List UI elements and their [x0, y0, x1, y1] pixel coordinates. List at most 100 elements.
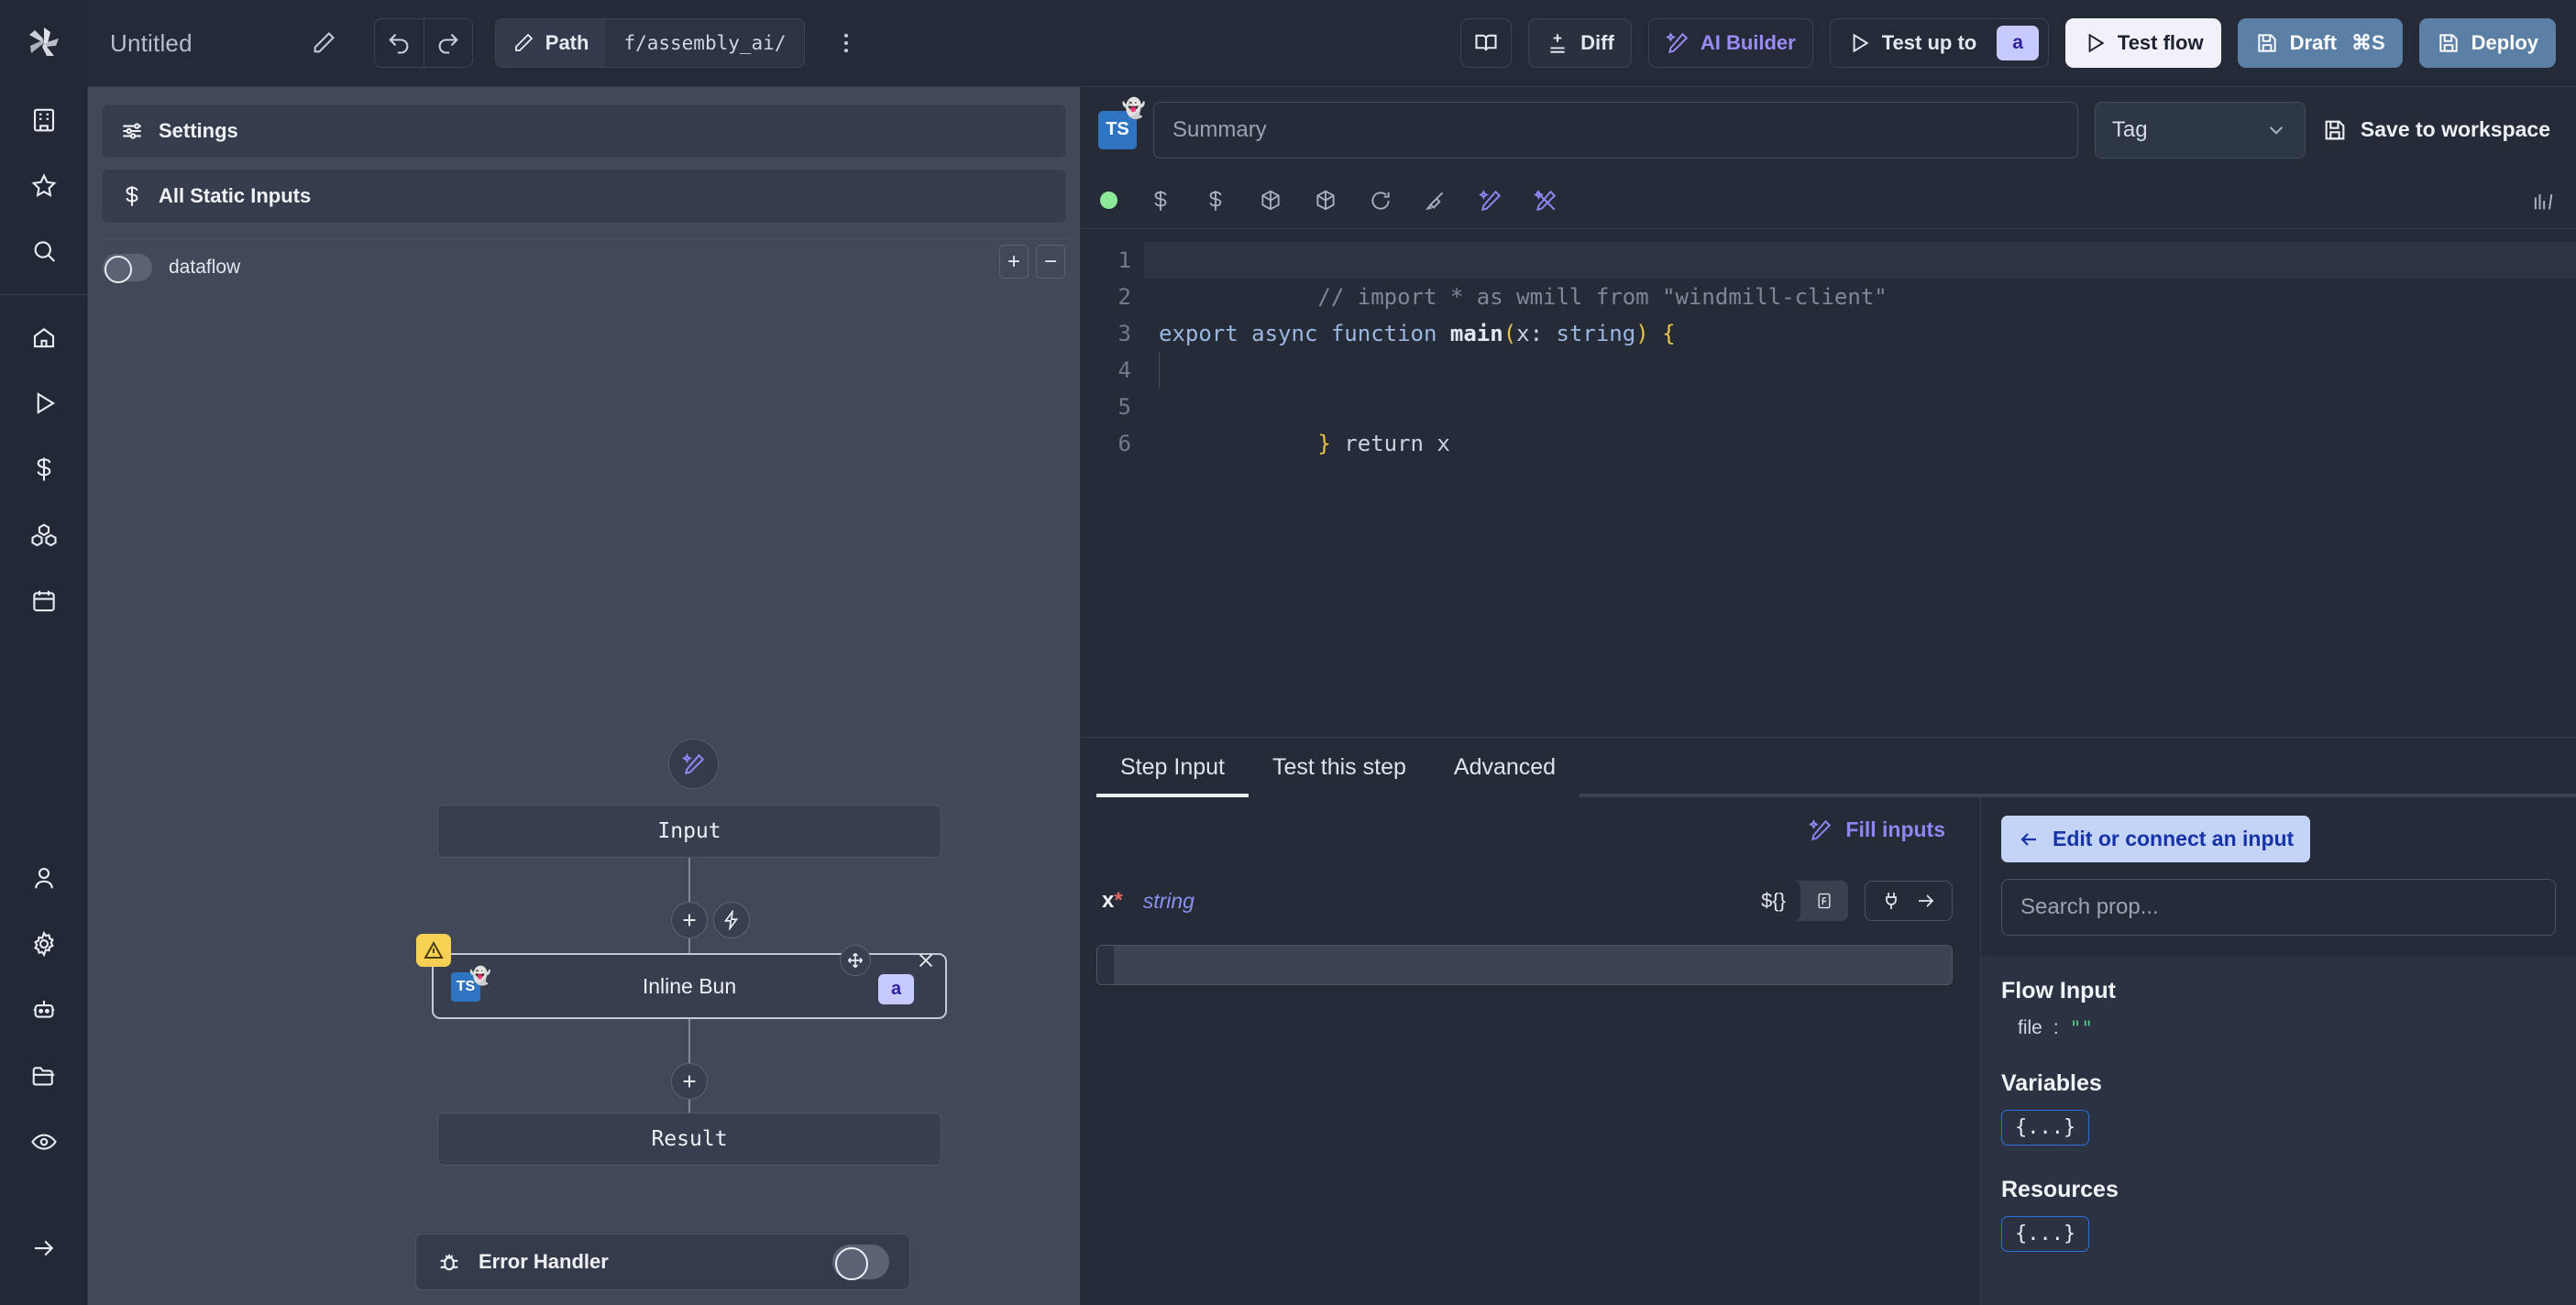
code-return: return x: [1317, 431, 1450, 456]
sidebar-item-home[interactable]: [0, 304, 88, 370]
book-open-icon: [1475, 34, 1497, 51]
add-branch-button[interactable]: [713, 902, 750, 938]
step-warning-badge[interactable]: [416, 934, 451, 967]
sidebar-item-favorites[interactable]: [0, 153, 88, 219]
diff-button[interactable]: Diff: [1528, 18, 1632, 68]
reload-button[interactable]: [1369, 189, 1393, 213]
fill-inputs-button[interactable]: Fill inputs: [1096, 817, 1953, 842]
resources-object-chip[interactable]: {...}: [2001, 1216, 2090, 1252]
sidebar-item-variables[interactable]: [0, 436, 88, 502]
props-section-flow-input: Flow Input file : "": [2001, 978, 2556, 1039]
code-editor[interactable]: 1 2 3 4 5 6 // import * as wmill from "w…: [1080, 229, 2576, 737]
top-bar: Untitled Path f/assembly_ai/ Diff AI Bui…: [0, 0, 2576, 87]
expand-sidebar-button[interactable]: [0, 1215, 88, 1281]
step-move-handle[interactable]: [840, 945, 871, 976]
property-required-mark: *: [1114, 888, 1123, 913]
ai-disable-button[interactable]: [1534, 189, 1558, 213]
error-handler-toggle[interactable]: [832, 1245, 889, 1280]
tab-step-input[interactable]: Step Input: [1096, 754, 1249, 797]
error-handler-bar[interactable]: Error Handler: [415, 1234, 910, 1290]
property-row-x: x* string ${}: [1096, 881, 1953, 921]
sidebar-item-workers[interactable]: [0, 977, 88, 1043]
ai-complete-button[interactable]: [1479, 189, 1503, 213]
sidebar-item-workspace[interactable]: [0, 87, 88, 153]
dollar-icon: [1154, 190, 1167, 211]
sidebar-item-runs[interactable]: [0, 370, 88, 436]
pencil-icon: [514, 33, 534, 51]
input-mode-expression[interactable]: [1800, 881, 1848, 921]
add-resource-button[interactable]: [1204, 189, 1227, 213]
app-logo[interactable]: [0, 0, 88, 87]
editor-language-badge: TS 👻: [1098, 98, 1146, 149]
save-to-workspace-button[interactable]: Save to workspace: [2322, 117, 2558, 143]
property-tools: ${}: [1746, 881, 1953, 921]
deploy-button[interactable]: Deploy: [2418, 18, 2556, 68]
test-flow-button[interactable]: Test flow: [2064, 18, 2221, 68]
tag-select[interactable]: Tag: [2094, 101, 2306, 159]
arrow-right-icon: [1919, 894, 1934, 907]
close-icon: [919, 953, 933, 968]
diff-icon: [1550, 34, 1565, 53]
flow-settings-button[interactable]: Settings: [101, 104, 1067, 159]
flow-node-result[interactable]: Result: [437, 1113, 941, 1166]
dataflow-toggle[interactable]: [103, 254, 152, 283]
canvas-top-bars: Settings All Static Inputs: [88, 87, 1080, 239]
summary-input[interactable]: [1153, 101, 2078, 159]
add-variable-button[interactable]: [1149, 189, 1172, 213]
redo-button[interactable]: [423, 19, 472, 67]
flow-input-item[interactable]: file : "": [2018, 1017, 2556, 1039]
sidebar-item-resources[interactable]: [0, 502, 88, 568]
input-mode-static[interactable]: ${}: [1746, 881, 1800, 921]
step-tabs: Step Input Test this step Advanced: [1080, 737, 2576, 797]
variables-object-chip[interactable]: {...}: [2001, 1110, 2090, 1146]
search-prop-input[interactable]: [2001, 879, 2556, 936]
undo-arrow-icon: [389, 33, 409, 54]
test-up-to-step-badge[interactable]: a: [1997, 26, 2039, 60]
sidebar-item-schedules[interactable]: [0, 568, 88, 634]
flow-node-step-label: Inline Bun: [642, 973, 737, 998]
value-gutter: [1097, 946, 1114, 984]
wand-sparkles-icon: [1809, 818, 1832, 840]
test-up-to-button[interactable]: Test up to a: [1829, 18, 2049, 68]
code-line-4: return x: [1144, 352, 2576, 456]
tab-advanced[interactable]: Advanced: [1430, 754, 1580, 797]
all-static-inputs-button[interactable]: All Static Inputs: [101, 169, 1067, 224]
more-options-button[interactable]: [825, 22, 867, 64]
format-code-button[interactable]: [1424, 189, 1448, 213]
broom-icon: [1426, 192, 1444, 210]
ai-builder-button[interactable]: AI Builder: [1647, 18, 1813, 68]
add-step-button-2[interactable]: [671, 1063, 708, 1100]
connect-input-button[interactable]: [1865, 881, 1953, 921]
left-rail: [0, 87, 88, 1305]
draft-button[interactable]: Draft ⌘S: [2237, 18, 2403, 68]
code-content[interactable]: // import * as wmill from "windmill-clie…: [1144, 229, 2576, 737]
path-value[interactable]: f/assembly_ai/: [605, 19, 805, 67]
code-gutter: 1 2 3 4 5 6: [1080, 229, 1144, 737]
sidebar-item-audit-logs[interactable]: [0, 1109, 88, 1175]
flow-node-input[interactable]: Input: [437, 805, 941, 858]
code-type: string: [1556, 321, 1636, 346]
undo-button[interactable]: [375, 19, 424, 67]
flow-graph[interactable]: Input Inline Bun TS 👻 a Result Error Han…: [88, 296, 1080, 1305]
step-delete-button[interactable]: [910, 945, 941, 976]
sidebar-item-account[interactable]: [0, 845, 88, 911]
step-tag-badge[interactable]: a: [878, 974, 915, 1004]
sidebar-item-settings[interactable]: [0, 911, 88, 977]
sidebar-item-search[interactable]: [0, 219, 88, 285]
add-dependency-button[interactable]: [1314, 189, 1338, 213]
zoom-in-button[interactable]: +: [999, 245, 1029, 279]
sidebar-item-folders[interactable]: [0, 1043, 88, 1109]
pencil-icon: [314, 32, 335, 53]
property-value-input[interactable]: [1096, 945, 1953, 985]
editor-metrics-button[interactable]: [2530, 188, 2556, 214]
edit-or-connect-input-button[interactable]: Edit or connect an input: [2001, 816, 2311, 862]
zoom-out-button[interactable]: −: [1036, 245, 1065, 279]
edit-title-button[interactable]: [303, 22, 345, 64]
add-step-button-1[interactable]: [671, 902, 708, 938]
tab-test-this-step[interactable]: Test this step: [1249, 754, 1430, 797]
npm-package-button[interactable]: [1259, 189, 1282, 213]
path-edit-button[interactable]: Path: [495, 19, 606, 67]
docs-button[interactable]: [1460, 18, 1513, 68]
diff-label: Diff: [1580, 31, 1614, 54]
ai-assist-node-button[interactable]: [668, 739, 719, 789]
